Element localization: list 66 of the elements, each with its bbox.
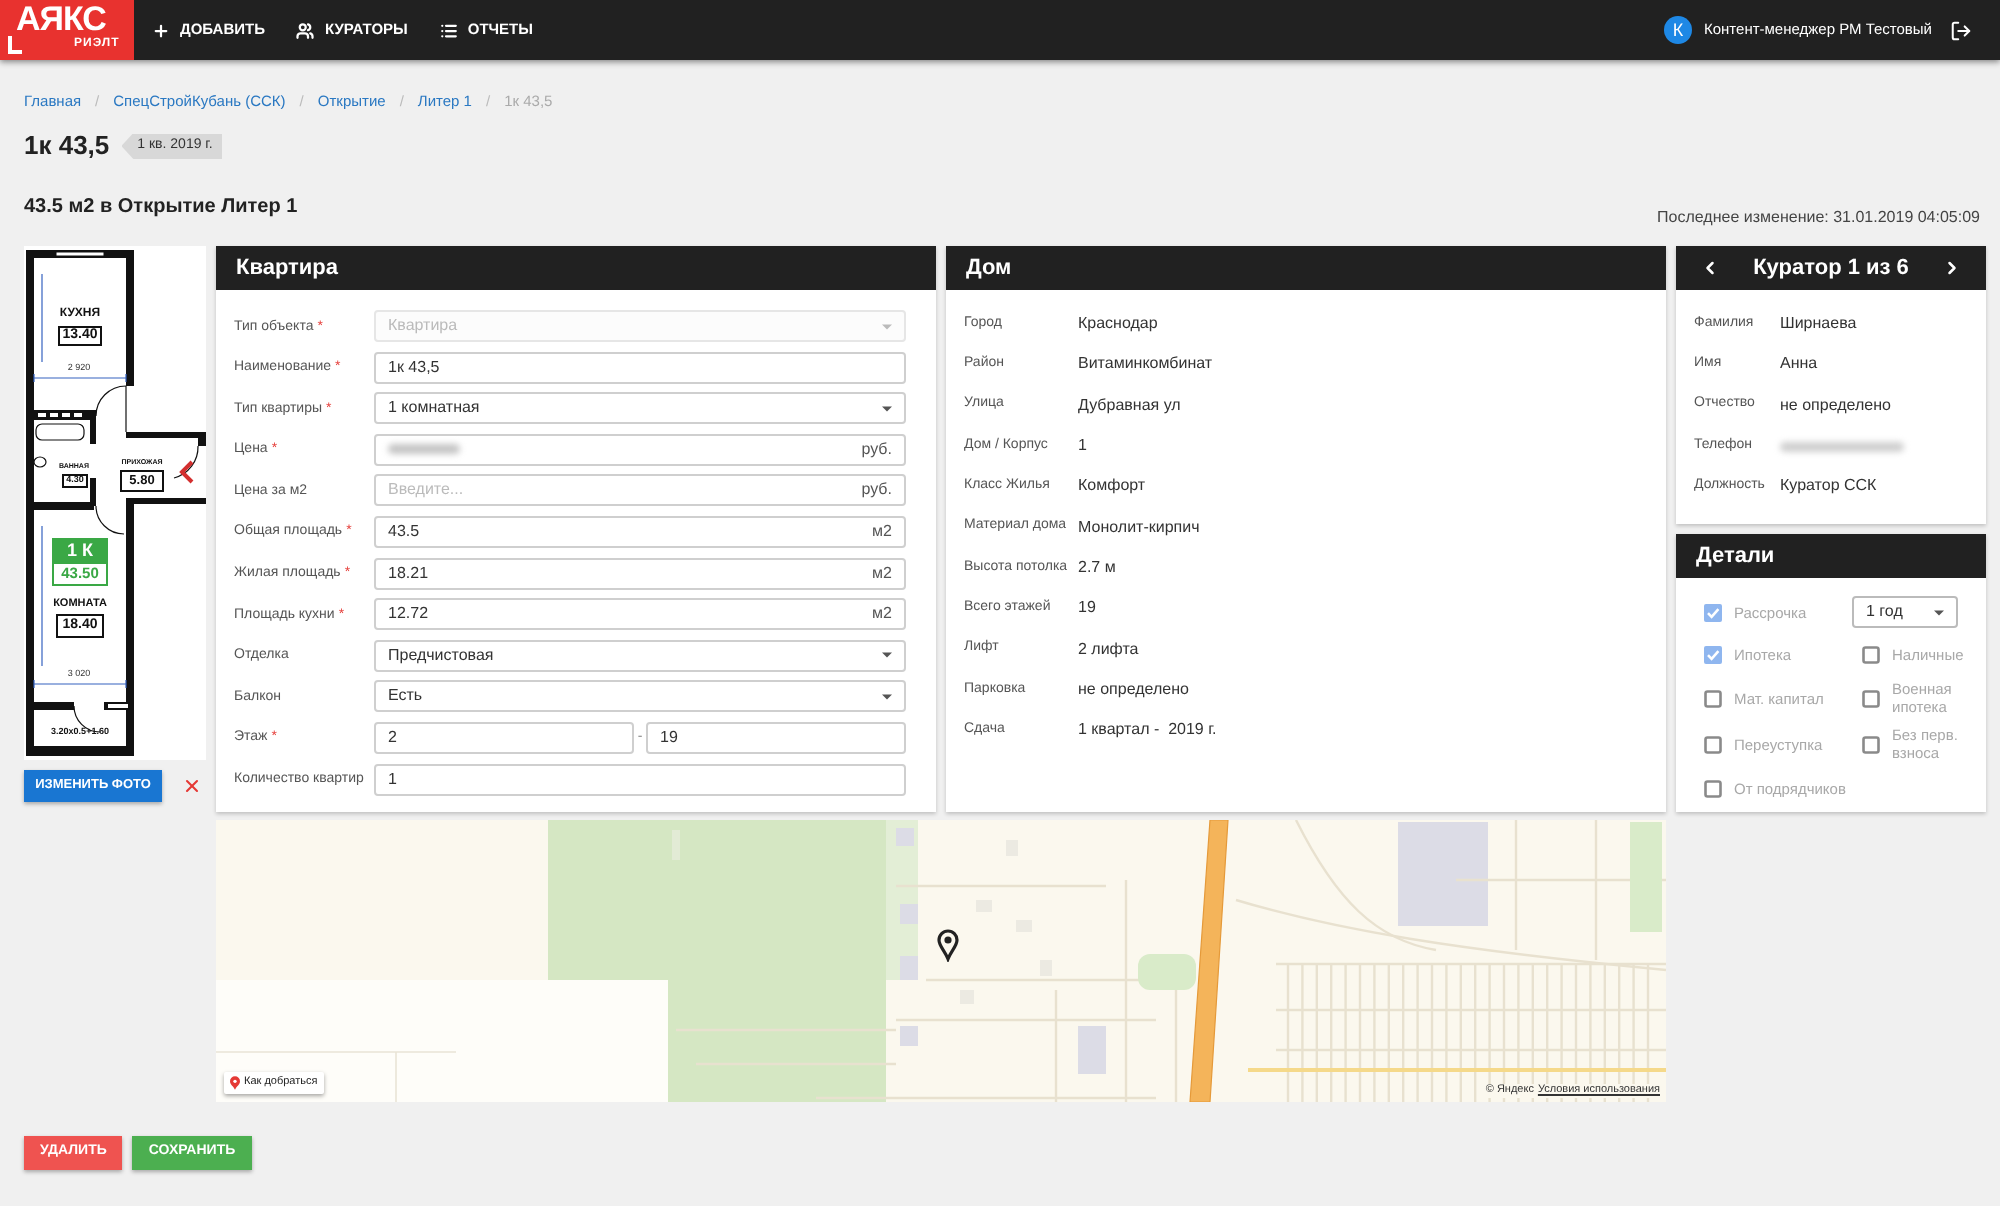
select-field[interactable]: 1 комнатная [374, 392, 906, 425]
unit-suffix: м2 [872, 561, 892, 586]
panel-header: Детали [1676, 534, 1986, 578]
info-value: Анна [1780, 352, 1818, 377]
list-icon [439, 21, 458, 39]
page-title: 1к 43,5 [24, 132, 110, 160]
info-value: не определено [1780, 393, 1891, 418]
panel-header: Дом [946, 246, 1666, 290]
checkbox[interactable] [1704, 645, 1722, 663]
checkbox[interactable] [1704, 779, 1722, 797]
info-value: 19 [1078, 596, 1096, 621]
input-field[interactable]: 18.21 м2 [374, 557, 906, 590]
info-value: Дубравная ул [1078, 393, 1181, 418]
checkbox[interactable] [1862, 645, 1880, 663]
dropdown-caret-icon [882, 652, 892, 659]
plus-icon [152, 21, 170, 39]
logo-wordmark: АЯКС [16, 0, 106, 38]
input-field[interactable]: 12.72 м2 [374, 598, 906, 631]
unit-suffix: руб. [861, 437, 892, 462]
user-avatar[interactable]: К [1664, 16, 1692, 44]
dropdown-caret-icon [882, 405, 892, 412]
checkbox[interactable] [1704, 689, 1722, 707]
select-field[interactable]: 1 год [1852, 596, 1958, 628]
checkbox[interactable] [1704, 735, 1722, 753]
unit-suffix: м2 [872, 519, 892, 544]
select-field[interactable]: Есть [374, 680, 906, 713]
logo-corner-icon [8, 36, 22, 54]
close-icon[interactable] [182, 776, 202, 796]
logout-icon[interactable] [1950, 19, 1972, 41]
unit-suffix: м2 [872, 602, 892, 627]
input-field[interactable]: 1 [374, 763, 906, 796]
input-field[interactable]: руб. [374, 433, 906, 466]
location-pin-icon [230, 1076, 240, 1090]
curator-title: Куратор 1 из 6 [1753, 253, 1909, 284]
info-value: Витаминкомбинат [1078, 352, 1213, 377]
unit-suffix: руб. [861, 478, 892, 503]
checkbox[interactable] [1862, 689, 1880, 707]
info-value: Куратор ССК [1780, 474, 1877, 499]
info-value: 2 лифта [1078, 637, 1139, 662]
dropdown-caret-icon [882, 323, 892, 329]
info-value: Краснодар [1078, 312, 1158, 337]
info-value: Комфорт [1078, 474, 1146, 499]
input-field[interactable]: 2 [374, 721, 634, 754]
info-value: не определено [1078, 677, 1189, 702]
dropdown-caret-icon [1934, 609, 1944, 615]
input-field[interactable]: 19 [646, 721, 906, 754]
room-count-label: 1 К [52, 538, 108, 562]
info-value: Монолит-кирпич [1078, 515, 1200, 540]
input-field[interactable]: 43.5 м2 [374, 515, 906, 548]
info-value: 1 квартал - 2019 г. [1078, 718, 1217, 743]
info-value: 2.7 м [1078, 555, 1116, 580]
input-field[interactable]: 1к 43,5 [374, 351, 906, 384]
last-modified-text: Последнее изменение: 31.01.2019 04:05:09 [1657, 208, 1980, 228]
checkbox[interactable] [1704, 603, 1722, 621]
panel-header: Квартира [216, 246, 936, 290]
select-field[interactable]: Предчистовая [374, 639, 906, 672]
dropdown-caret-icon [882, 693, 892, 700]
chevron-left-icon[interactable] [1700, 258, 1720, 278]
info-value: 1 [1078, 434, 1087, 459]
info-value: Ширнаева [1780, 312, 1857, 337]
users-icon [296, 21, 315, 39]
chevron-right-icon[interactable] [1942, 258, 1962, 278]
page-subtitle: 43.5 м2 в Открытие Литер 1 [24, 196, 298, 220]
input-field[interactable]: Введите... руб. [374, 474, 906, 507]
checkbox[interactable] [1862, 735, 1880, 753]
map-pin-icon[interactable] [936, 928, 960, 962]
